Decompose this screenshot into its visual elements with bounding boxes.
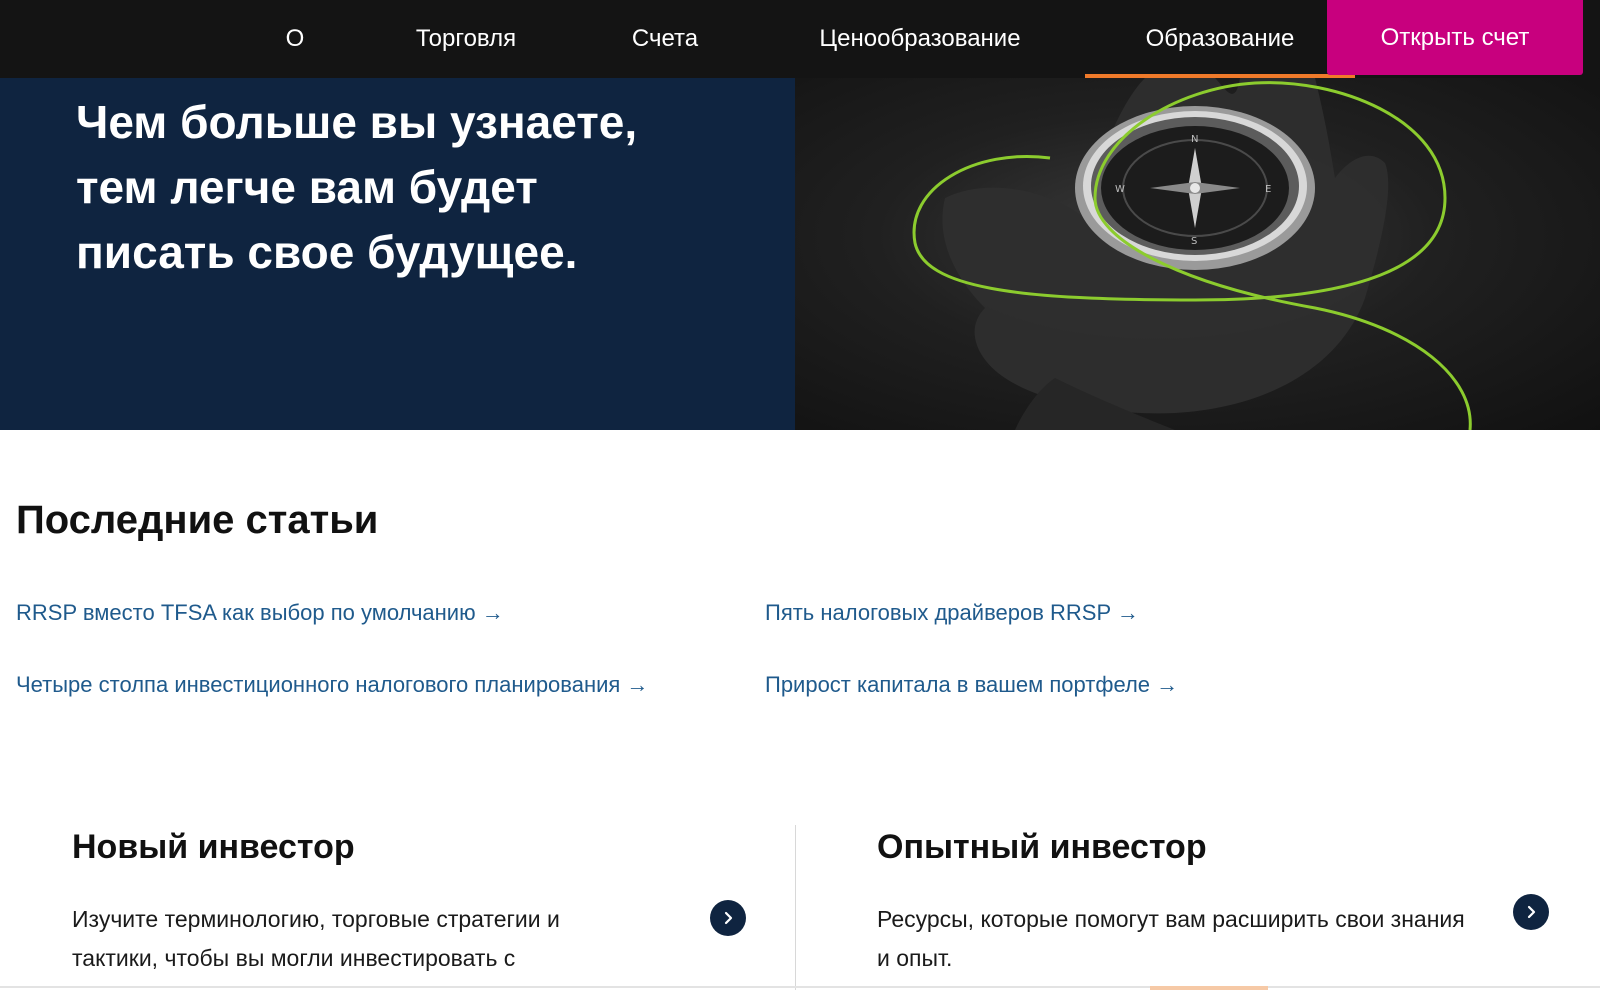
open-account-button[interactable]: Открыть счет <box>1327 0 1583 75</box>
compass-icon: N S E W <box>1075 106 1315 270</box>
bottom-accent-bar <box>1150 986 1268 990</box>
article-link-rrsp-vs-tfsa[interactable]: RRSP вместо TFSA как выбор по умолчанию … <box>16 600 504 626</box>
article-link-rrsp-tax-drivers[interactable]: Пять налоговых драйверов RRSP → <box>765 600 1139 626</box>
hero-illustration: N S E W <box>912 78 1472 430</box>
card-divider <box>795 825 796 990</box>
hero-title-line: Чем больше вы узнаете, <box>76 96 638 148</box>
svg-text:W: W <box>1115 184 1125 195</box>
nav-item-education[interactable]: Образование <box>1085 0 1355 78</box>
new-investor-arrow-button[interactable] <box>710 900 746 936</box>
hero-banner: Чем больше вы узнаете, тем легче вам буд… <box>0 78 1600 430</box>
svg-text:N: N <box>1191 134 1198 145</box>
hero-text-panel: Чем больше вы узнаете, тем легче вам буд… <box>0 78 795 430</box>
experienced-investor-title: Опытный инвестор <box>877 828 1207 866</box>
compass-in-hand-image: N S E W <box>795 78 1600 430</box>
svg-text:E: E <box>1265 184 1271 195</box>
latest-articles-title: Последние статьи <box>16 498 379 542</box>
article-link-tax-planning-pillars[interactable]: Четыре столпа инвестиционного налогового… <box>16 672 648 698</box>
hero-title: Чем больше вы узнаете, тем легче вам буд… <box>76 90 716 285</box>
nav-item-accounts[interactable]: Счета <box>605 0 725 78</box>
experienced-investor-arrow-button[interactable] <box>1513 894 1549 930</box>
nav-item-trading[interactable]: Торговля <box>392 0 540 78</box>
svg-text:S: S <box>1191 236 1197 247</box>
experienced-investor-text: Ресурсы, которые помогут вам расширить с… <box>877 906 1465 971</box>
top-nav: О Торговля Счета Ценообразование Образов… <box>0 0 1600 78</box>
chevron-right-icon <box>724 911 733 925</box>
bottom-divider <box>0 986 1600 988</box>
article-link-capital-gains[interactable]: Прирост капитала в вашем портфеле → <box>765 672 1178 698</box>
nav-item-pricing[interactable]: Ценообразование <box>795 0 1045 78</box>
new-investor-title: Новый инвестор <box>72 828 355 866</box>
chevron-right-icon <box>1527 905 1536 919</box>
hero-title-line: писать свое будущее. <box>76 226 578 278</box>
hero-title-line: тем легче вам будет <box>76 161 538 213</box>
nav-item-about[interactable]: О <box>270 0 320 78</box>
new-investor-text: Изучите терминологию, торговые стратегии… <box>72 906 560 971</box>
